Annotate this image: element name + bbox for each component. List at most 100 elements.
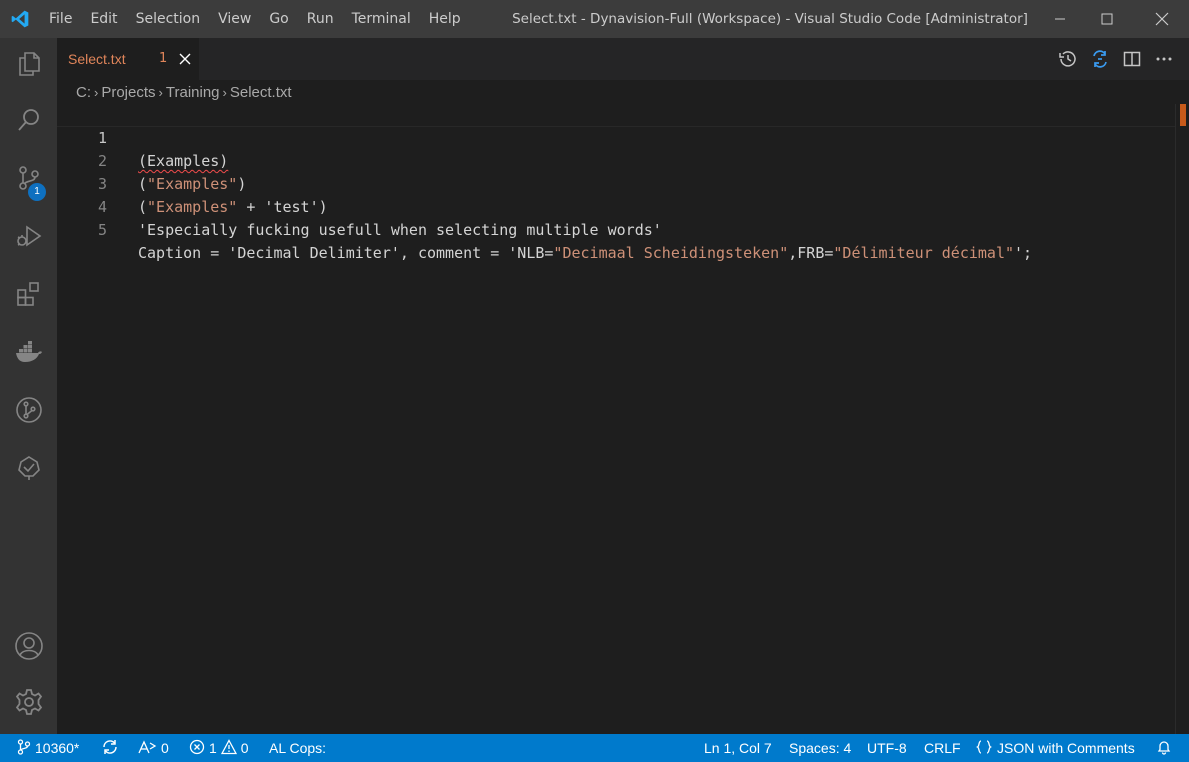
code-token: Caption = 'Decimal Delimiter', comment =… [138, 244, 554, 262]
string-token: "Decimaal Scheidingsteken" [553, 244, 789, 262]
error-icon [189, 739, 205, 758]
run-debug-icon [15, 222, 43, 254]
explorer-button[interactable] [0, 42, 57, 90]
close-icon[interactable] [175, 49, 195, 69]
menu-view[interactable]: View [209, 0, 260, 38]
error-count: 1 [209, 740, 217, 756]
overview-ruler-error-marker [1180, 104, 1186, 126]
split-editor-icon[interactable] [1121, 48, 1143, 70]
gear-icon [14, 687, 44, 721]
code-line[interactable]: 2 ("Examples") [57, 127, 1175, 193]
source-control-button[interactable]: 1 [0, 156, 57, 204]
breadcrumb-file[interactable]: Select.txt [230, 84, 292, 101]
branch-status[interactable]: 10360* [17, 734, 79, 762]
extensions-button[interactable] [0, 272, 57, 320]
language-mode-status[interactable]: JSON with Comments [975, 734, 1135, 762]
more-actions-icon[interactable] [1153, 48, 1175, 70]
notifications-button[interactable] [1156, 734, 1172, 762]
line-text: 'Especially fucking usefull when selecti… [138, 219, 662, 242]
chevron-right-icon: › [94, 84, 99, 100]
tab-bar: Select.txt 1 [57, 38, 1189, 80]
problems-status[interactable]: 1 0 [189, 734, 249, 762]
docker-button[interactable] [0, 330, 57, 378]
cursor-position: Ln 1, Col 7 [704, 740, 772, 756]
source-control-badge: 1 [28, 183, 46, 201]
window-title: Select.txt - Dynavision-Full (Workspace)… [512, 11, 1028, 27]
tab-select-txt[interactable]: Select.txt 1 [57, 38, 199, 80]
indentation: Spaces: 4 [789, 740, 852, 756]
accounts-button[interactable] [0, 624, 57, 672]
search-icon [15, 106, 43, 138]
ports-count: 0 [161, 740, 169, 756]
encoding: UTF-8 [867, 740, 907, 756]
git-branch-icon [17, 738, 31, 758]
breadcrumb-drive[interactable]: C: [76, 84, 91, 101]
files-icon [15, 50, 43, 82]
extensions-icon [15, 280, 43, 312]
al-cops-label: AL Cops: [269, 740, 327, 756]
radio-tower-icon [137, 739, 157, 758]
code-line[interactable]: 1 (Examples) [57, 104, 1175, 170]
branch-name: 10360* [35, 740, 80, 756]
breadcrumb-projects[interactable]: Projects [101, 84, 155, 101]
editor-actions [1057, 38, 1175, 80]
code-editor[interactable]: 1 (Examples) 2 ("Examples") 3 ("Examples… [57, 104, 1175, 734]
title-bar: File Edit Selection View Go Run Terminal… [0, 0, 1189, 38]
menu-run[interactable]: Run [298, 0, 343, 38]
warning-count: 0 [240, 740, 249, 756]
code-token: '; [1014, 244, 1033, 262]
sync-button[interactable] [101, 734, 119, 762]
compare-changes-icon[interactable] [1089, 48, 1111, 70]
menu-edit[interactable]: Edit [81, 0, 126, 38]
tab-label: Select.txt [68, 51, 126, 67]
string-token: "Délimiteur décimal" [833, 244, 1015, 262]
indentation-status[interactable]: Spaces: 4 [789, 734, 851, 762]
menu-go[interactable]: Go [260, 0, 297, 38]
chevron-right-icon: › [222, 84, 227, 100]
warning-icon [220, 738, 237, 758]
close-window-button[interactable] [1139, 0, 1185, 38]
language-mode: JSON with Comments [997, 740, 1135, 756]
braces-icon [975, 739, 993, 758]
manage-button[interactable] [0, 680, 57, 728]
chevron-right-icon: › [158, 84, 163, 100]
activity-bar: 1 [0, 38, 57, 734]
line-text: Caption = 'Decimal Delimiter', comment =… [138, 242, 1032, 265]
menu-file[interactable]: File [40, 0, 81, 38]
git-graph-button[interactable] [0, 388, 57, 436]
code-line[interactable]: 4 'Especially fucking usefull when selec… [57, 173, 1175, 239]
ports-status[interactable]: 0 [137, 734, 169, 762]
eol-status[interactable]: CRLF [924, 734, 961, 762]
git-graph-icon [15, 396, 43, 428]
account-icon [14, 631, 44, 665]
al-cops-status[interactable]: AL Cops: [269, 734, 326, 762]
current-line-border [57, 126, 1175, 127]
minimize-button[interactable] [1037, 0, 1083, 38]
vscode-logo-icon [0, 0, 40, 38]
menu-bar: File Edit Selection View Go Run Terminal… [40, 0, 470, 38]
breadcrumb: C: › Projects › Training › Select.txt [57, 80, 1189, 104]
code-line[interactable]: 3 ("Examples" + 'test') [57, 150, 1175, 216]
code-token: 'Especially fucking usefull when selecti… [138, 221, 662, 239]
eol: CRLF [924, 740, 961, 756]
status-bar: 10360* 0 1 0 AL Cops: Ln 1, Col 7 Spaces… [0, 734, 1189, 762]
tab-problem-count: 1 [159, 51, 168, 66]
menu-selection[interactable]: Selection [127, 0, 210, 38]
search-button[interactable] [0, 98, 57, 146]
cursor-position-status[interactable]: Ln 1, Col 7 [704, 734, 772, 762]
run-debug-button[interactable] [0, 214, 57, 262]
vertical-scrollbar[interactable] [1175, 104, 1189, 734]
beaker-tree-icon [15, 454, 43, 486]
menu-terminal[interactable]: Terminal [343, 0, 420, 38]
encoding-status[interactable]: UTF-8 [867, 734, 907, 762]
code-line[interactable]: 5 Caption = 'Decimal Delimiter', comment… [57, 196, 1175, 262]
testing-button[interactable] [0, 446, 57, 494]
sync-icon [101, 739, 119, 758]
breadcrumb-training[interactable]: Training [166, 84, 220, 101]
bell-icon [1156, 739, 1172, 758]
line-number: 5 [97, 221, 107, 239]
menu-help[interactable]: Help [420, 0, 470, 38]
timeline-history-icon[interactable] [1057, 48, 1079, 70]
code-token: ,FRB= [788, 244, 834, 262]
maximize-button[interactable] [1084, 0, 1130, 38]
